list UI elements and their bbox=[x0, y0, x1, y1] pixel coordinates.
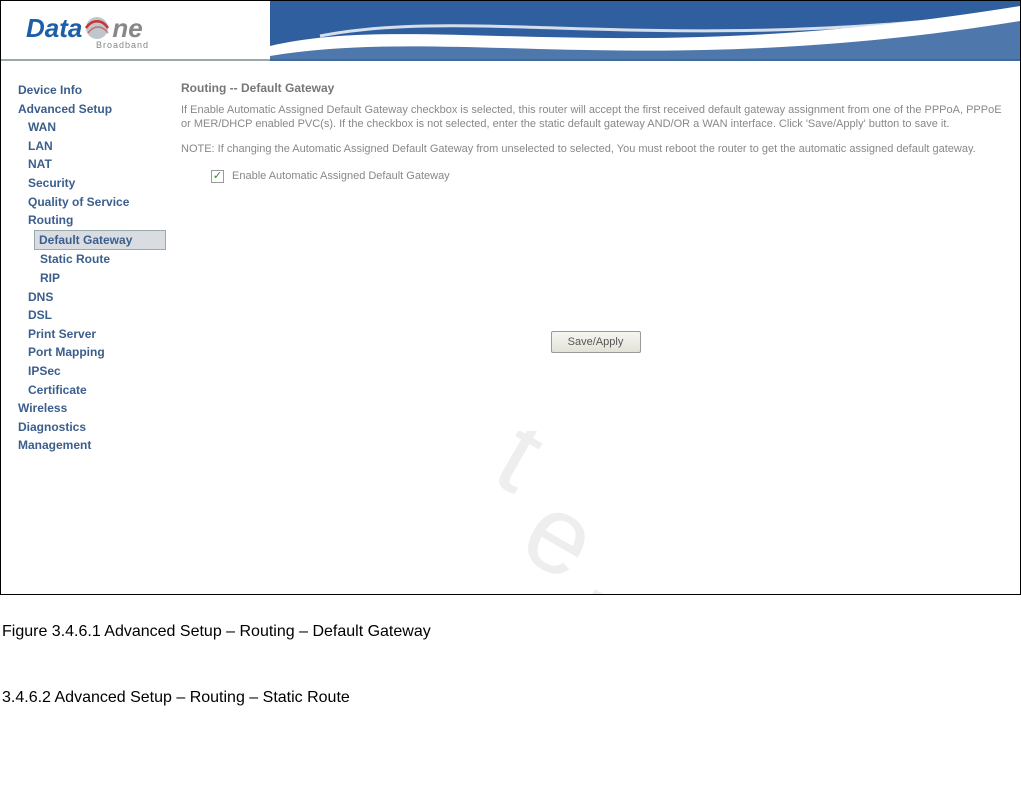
content-area: Routing -- Default Gateway If Enable Aut… bbox=[181, 81, 1010, 183]
nav-rip[interactable]: RIP bbox=[16, 269, 166, 288]
svg-text:e: e bbox=[503, 467, 617, 595]
nav-default-gateway[interactable]: Default Gateway bbox=[34, 230, 166, 251]
sidebar-nav: Device Info Advanced Setup WAN LAN NAT S… bbox=[16, 81, 166, 455]
description-paragraph-1: If Enable Automatic Assigned Default Gat… bbox=[181, 103, 1010, 132]
enable-auto-gateway-checkbox[interactable]: ✓ bbox=[211, 170, 224, 183]
nav-advanced-setup[interactable]: Advanced Setup bbox=[16, 100, 166, 119]
save-apply-button[interactable]: Save/Apply bbox=[551, 331, 641, 353]
nav-routing[interactable]: Routing bbox=[16, 211, 166, 230]
nav-nat[interactable]: NAT bbox=[16, 155, 166, 174]
svg-text:r: r bbox=[548, 550, 641, 595]
svg-text:t: t bbox=[476, 431, 564, 515]
nav-lan[interactable]: LAN bbox=[16, 137, 166, 156]
nav-wireless[interactable]: Wireless bbox=[16, 399, 166, 418]
nav-management[interactable]: Management bbox=[16, 436, 166, 455]
nav-device-info[interactable]: Device Info bbox=[16, 81, 166, 100]
nav-ipsec[interactable]: IPSec bbox=[16, 362, 166, 381]
enable-auto-gateway-row: ✓ Enable Automatic Assigned Default Gate… bbox=[211, 170, 1010, 183]
nav-dns[interactable]: DNS bbox=[16, 288, 166, 307]
page-title: Routing -- Default Gateway bbox=[181, 81, 1010, 95]
description-paragraph-2: NOTE: If changing the Automatic Assigned… bbox=[181, 142, 1010, 156]
header-swoosh bbox=[270, 1, 1020, 61]
logo-tagline: Broadband bbox=[96, 40, 149, 50]
header-band: Data ne Broadband bbox=[1, 1, 1020, 61]
nav-qos[interactable]: Quality of Service bbox=[16, 193, 166, 212]
logo-part2: ne bbox=[112, 13, 142, 43]
logo-part1: Data bbox=[26, 13, 82, 43]
nav-security[interactable]: Security bbox=[16, 174, 166, 193]
logo: Data ne Broadband bbox=[26, 11, 149, 50]
nav-static-route[interactable]: Static Route bbox=[16, 250, 166, 269]
nav-certificate[interactable]: Certificate bbox=[16, 381, 166, 400]
nav-diagnostics[interactable]: Diagnostics bbox=[16, 418, 166, 437]
watermark: t e r n bbox=[301, 431, 801, 595]
nav-print-server[interactable]: Print Server bbox=[16, 325, 166, 344]
enable-auto-gateway-label: Enable Automatic Assigned Default Gatewa… bbox=[232, 170, 450, 182]
nav-port-mapping[interactable]: Port Mapping bbox=[16, 343, 166, 362]
nav-wan[interactable]: WAN bbox=[16, 118, 166, 137]
next-section-heading: 3.4.6.2 Advanced Setup – Routing – Stati… bbox=[2, 689, 1021, 707]
nav-dsl[interactable]: DSL bbox=[16, 306, 166, 325]
figure-caption: Figure 3.4.6.1 Advanced Setup – Routing … bbox=[2, 623, 1021, 641]
router-admin-screenshot: Data ne Broadband Device Info Advanced S… bbox=[0, 0, 1021, 595]
logo-globe-icon bbox=[84, 15, 110, 41]
